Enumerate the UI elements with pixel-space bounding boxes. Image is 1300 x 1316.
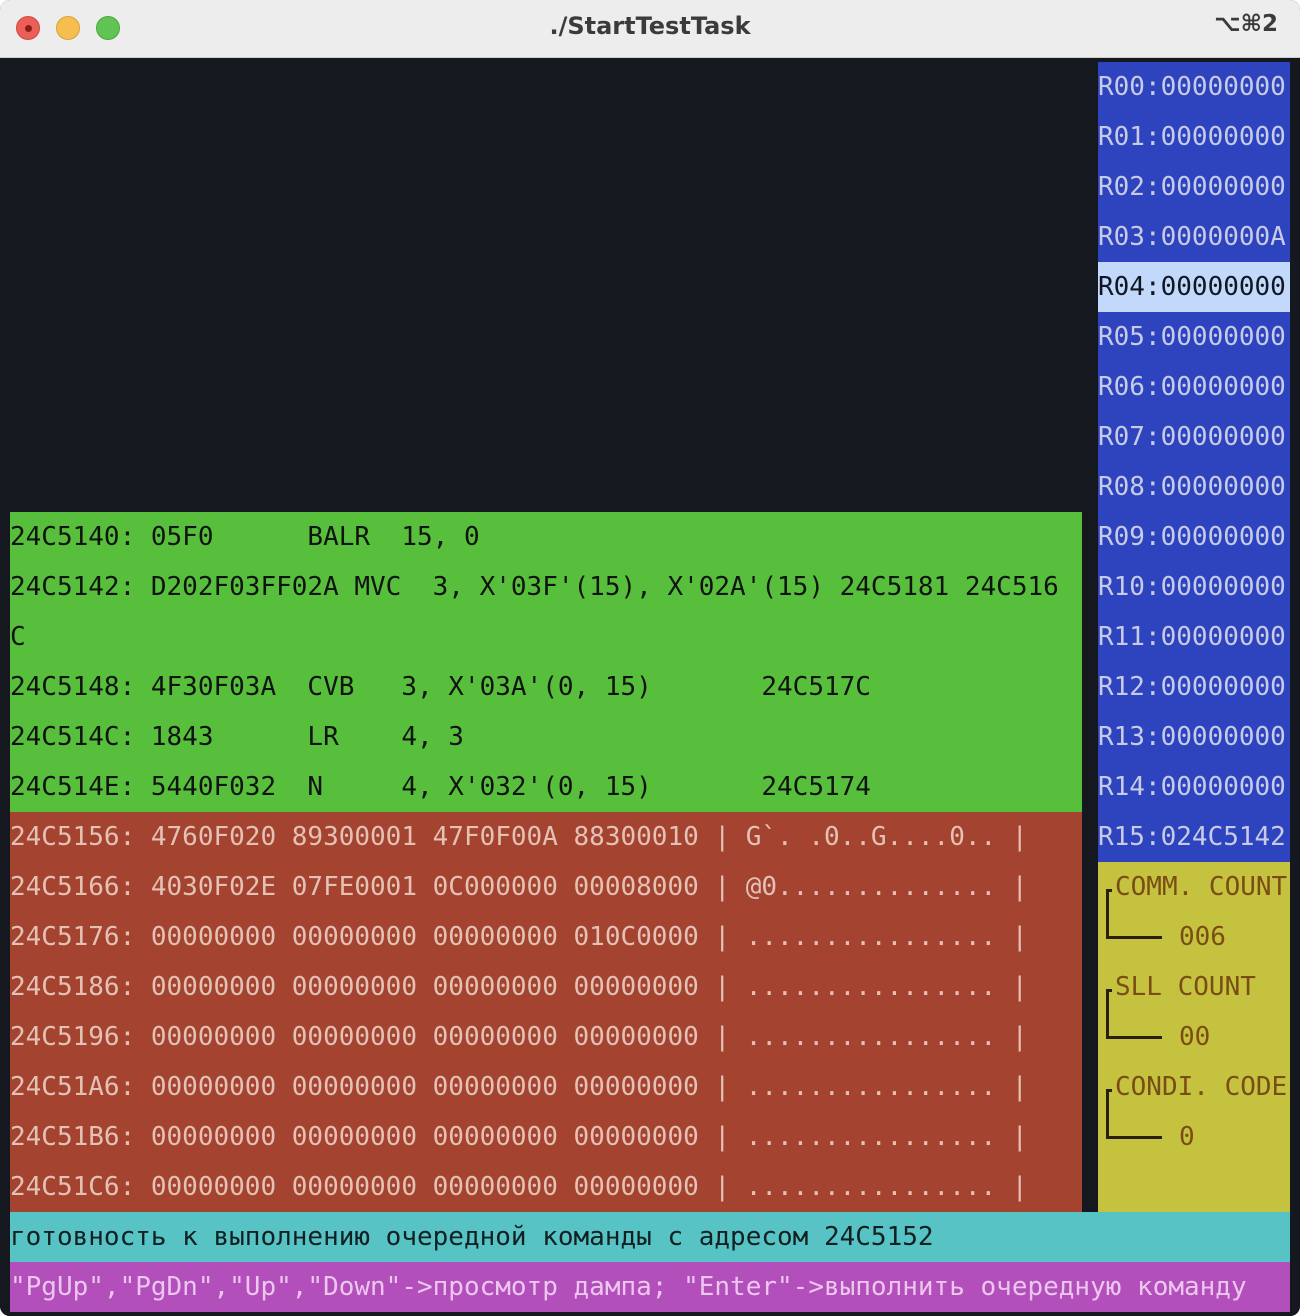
registers-panel: R00:00000000 R01:00000000 R02:00000000 R… [1098,62,1290,862]
help-text: "PgUp","PgDn","Up","Down"->просмотр дамп… [10,1272,1247,1302]
register-r15: R15:024C5142 [1098,822,1286,852]
bracket-icon [1106,989,1112,992]
register-r00: R00:00000000 [1098,72,1286,102]
window-title: ./StartTestTask [549,12,751,40]
dump-line: 24C51C6: 00000000 00000000 00000000 0000… [10,1172,1028,1202]
sll-count-value: 00 [1179,1022,1211,1052]
sll-count-label: SLL COUNT [1115,972,1256,1002]
dump-line: 24C5186: 00000000 00000000 00000000 0000… [10,972,1028,1002]
register-r04-selected: R04:00000000 [1098,262,1290,312]
condition-code-value: 0 [1179,1122,1195,1152]
window-shortcut: ⌥⌘2 [1214,11,1278,37]
memory-dump-panel[interactable]: 24C5156: 4760F020 89300001 47F0F00A 8830… [10,812,1082,1212]
code-line: 24C5142: D202F03FF02A MVC 3, X'03F'(15),… [10,572,1059,602]
register-r09: R09:00000000 [1098,522,1286,552]
register-r13: R13:00000000 [1098,722,1286,752]
dump-line: 24C5166: 4030F02E 07FE0001 0C000000 0000… [10,872,1028,902]
disassembly-panel: 24C5140: 05F0 BALR 15, 0 24C5142: D202F0… [10,512,1082,812]
terminal-window: ./StartTestTask ⌥⌘2 24C5140: 05F0 BALR 1… [0,0,1300,1316]
code-line: 24C5140: 05F0 BALR 15, 0 [10,522,480,552]
code-line: 24C514C: 1843 LR 4, 3 [10,722,464,752]
comm-count-value: 006 [1179,922,1226,952]
register-r11: R11:00000000 [1098,622,1286,652]
dump-line: 24C5196: 00000000 00000000 00000000 0000… [10,1022,1028,1052]
register-r02: R02:00000000 [1098,172,1286,202]
status-text: готовность к выполнению очередной команд… [10,1222,934,1252]
condition-code-label: CONDI. CODE [1115,1072,1288,1102]
register-r14: R14:00000000 [1098,772,1286,802]
status-bar: готовность к выполнению очередной команд… [10,1212,1290,1262]
register-r05: R05:00000000 [1098,322,1286,352]
dump-line: 24C5176: 00000000 00000000 00000000 010C… [10,922,1028,952]
terminal-area[interactable]: 24C5140: 05F0 BALR 15, 0 24C5142: D202F0… [0,58,1300,1316]
help-bar: "PgUp","PgDn","Up","Down"->просмотр дамп… [10,1262,1290,1312]
bracket-icon [1106,1089,1112,1092]
code-line: 24C514E: 5440F032 N 4, X'032'(0, 15) 24C… [10,772,871,802]
comm-count-label: COMM. COUNT [1115,872,1288,902]
register-r03: R03:0000000A [1098,222,1286,252]
counters-panel: COMM. COUNT 006 SLL COUNT 00 CONDI. CODE… [1098,862,1290,1212]
dump-line: 24C5156: 4760F020 89300001 47F0F00A 8830… [10,822,1028,852]
register-r08: R08:00000000 [1098,472,1286,502]
register-r12: R12:00000000 [1098,672,1286,702]
code-line: 24C5148: 4F30F03A CVB 3, X'03A'(0, 15) 2… [10,672,871,702]
register-r01: R01:00000000 [1098,122,1286,152]
register-r06: R06:00000000 [1098,372,1286,402]
bracket-icon [1106,889,1112,892]
register-r10: R10:00000000 [1098,572,1286,602]
dump-line: 24C51A6: 00000000 00000000 00000000 0000… [10,1072,1028,1102]
code-line: C [10,622,26,652]
title-bar: ./StartTestTask ⌥⌘2 [0,0,1300,58]
register-r07: R07:00000000 [1098,422,1286,452]
dump-line: 24C51B6: 00000000 00000000 00000000 0000… [10,1122,1028,1152]
